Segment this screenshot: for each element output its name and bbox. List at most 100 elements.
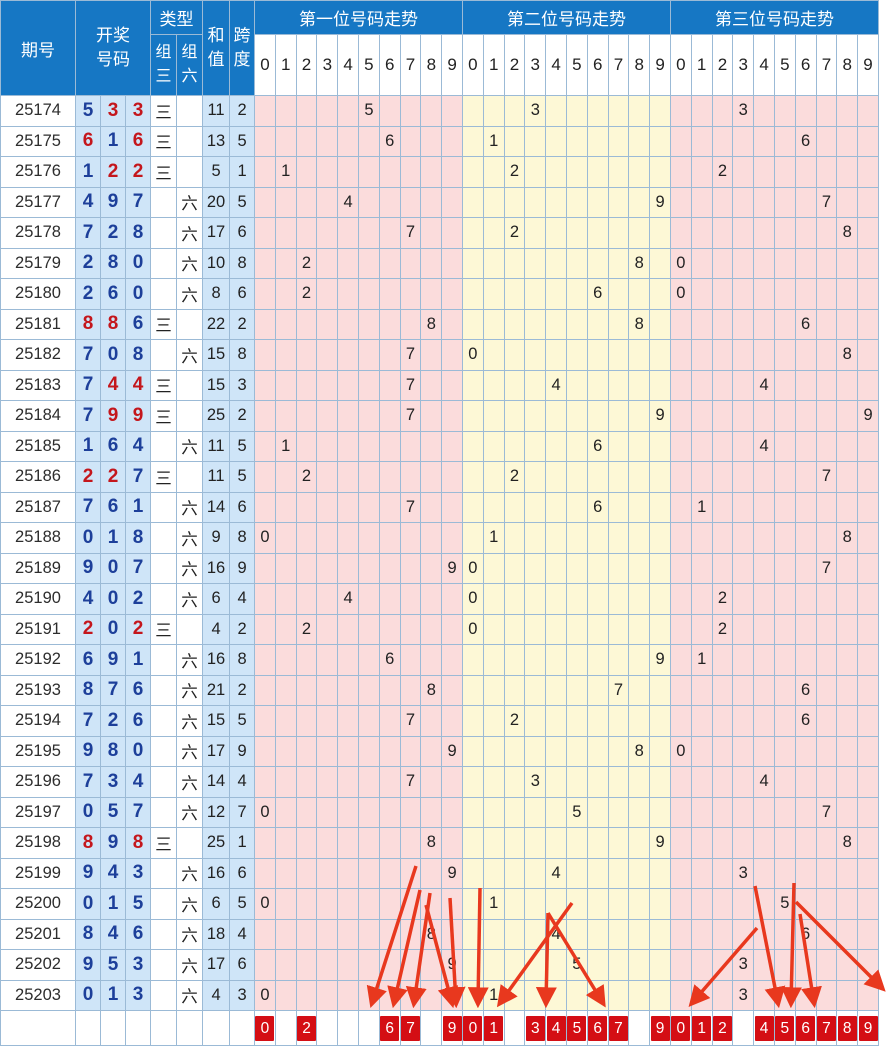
type-zu6: 六 <box>176 735 204 767</box>
trend-cell <box>669 186 692 218</box>
trend-cell <box>773 644 796 676</box>
trend-cell <box>565 644 588 676</box>
trend-cell <box>815 278 838 310</box>
trend-cell <box>503 308 526 340</box>
digit-header: 3 <box>524 34 547 96</box>
trend-hit: 2 <box>295 461 318 493</box>
sum-value: 18 <box>202 918 231 950</box>
draw-digit: 7 <box>124 186 152 218</box>
trend-cell <box>420 461 443 493</box>
trend-cell <box>378 156 401 188</box>
trend-chart: { "header": { "issue": "期号", "draw": ["开… <box>0 0 888 1048</box>
trend-cell <box>711 217 734 249</box>
trend-hit: 6 <box>794 705 817 737</box>
type-zu6: 六 <box>176 247 204 279</box>
draw-row: 25181 8 8 6 三 22 2 8 8 6 <box>0 308 879 340</box>
trend-cell <box>857 674 879 706</box>
trend-cell <box>732 186 755 218</box>
trend-cell <box>669 796 692 828</box>
trend-hit: 1 <box>482 979 505 1011</box>
trend-cell <box>524 461 547 493</box>
issue-number: 25195 <box>0 735 76 767</box>
draw-digit: 7 <box>124 461 152 493</box>
trend-cell <box>420 95 443 127</box>
trend-cell <box>337 735 360 767</box>
trend-cell <box>628 95 651 127</box>
trend-cell <box>711 247 734 279</box>
trend-hit: 3 <box>732 95 755 127</box>
trend-cell <box>669 430 692 462</box>
trend-hit: 8 <box>628 308 651 340</box>
draw-digit: 8 <box>124 339 152 371</box>
draw-digit: 1 <box>75 430 101 462</box>
trend-cell <box>482 766 505 798</box>
trend-cell <box>732 247 755 279</box>
trend-cell <box>669 644 692 676</box>
trend-hit: 3 <box>732 857 755 889</box>
draw-row: 25177 4 9 7 六 20 5 4 9 7 <box>0 186 879 218</box>
trend-cell <box>649 491 671 523</box>
trend-cell <box>669 705 692 737</box>
trend-cell <box>753 186 775 218</box>
trend-cell <box>732 278 755 310</box>
trend-cell <box>753 308 775 340</box>
trend-cell <box>586 95 609 127</box>
trend-cell <box>462 278 484 310</box>
trend-cell <box>462 644 484 676</box>
issue-number: 25200 <box>0 888 76 920</box>
trend-cell <box>628 674 651 706</box>
draw-digit: 5 <box>100 949 126 981</box>
trend-cell <box>628 186 651 218</box>
trend-cell <box>857 888 879 920</box>
trend-cell <box>295 583 318 615</box>
trend-cell <box>836 613 859 645</box>
trend-cell <box>815 583 838 615</box>
trend-cell <box>254 308 276 340</box>
trend-cell <box>857 949 879 981</box>
trend-cell <box>565 583 588 615</box>
trend-cell <box>545 674 567 706</box>
trend-cell <box>524 613 547 645</box>
trend-cell <box>295 369 318 401</box>
trend-cell <box>378 918 401 950</box>
trend-cell <box>378 278 401 310</box>
draw-digit: 0 <box>75 888 101 920</box>
trend-cell <box>420 735 443 767</box>
trend-cell <box>711 186 734 218</box>
trend-cell <box>773 949 796 981</box>
trend-cell <box>690 918 713 950</box>
trend-cell <box>420 339 443 371</box>
trend-cell <box>524 857 547 889</box>
trend-hit: 6 <box>378 125 401 157</box>
issue-number: 25178 <box>0 217 76 249</box>
trend-cell <box>711 979 734 1011</box>
trend-hit: 6 <box>586 430 609 462</box>
trend-cell <box>316 461 339 493</box>
trend-cell <box>753 949 775 981</box>
span-value: 2 <box>229 95 256 127</box>
trend-cell <box>690 796 713 828</box>
issue-number: 25179 <box>0 247 76 279</box>
trend-cell <box>337 430 360 462</box>
trend-cell <box>628 461 651 493</box>
trend-hit: 7 <box>399 369 422 401</box>
type-zu3 <box>150 766 178 798</box>
trend-cell <box>337 339 360 371</box>
trend-cell <box>482 430 505 462</box>
trend-cell <box>378 583 401 615</box>
issue-number: 25193 <box>0 674 76 706</box>
trend-cell <box>669 95 692 127</box>
span-value: 1 <box>229 156 256 188</box>
span-value: 7 <box>229 796 256 828</box>
trend-cell <box>565 552 588 584</box>
trend-cell <box>274 796 297 828</box>
digit-header: 7 <box>607 34 630 96</box>
trend-cell <box>732 461 755 493</box>
trend-cell <box>316 491 339 523</box>
trend-cell <box>565 979 588 1011</box>
type-zu6: 六 <box>176 796 204 828</box>
trend-cell <box>836 461 859 493</box>
trend-cell <box>836 949 859 981</box>
trend-cell <box>628 979 651 1011</box>
type-zu3 <box>150 918 178 950</box>
